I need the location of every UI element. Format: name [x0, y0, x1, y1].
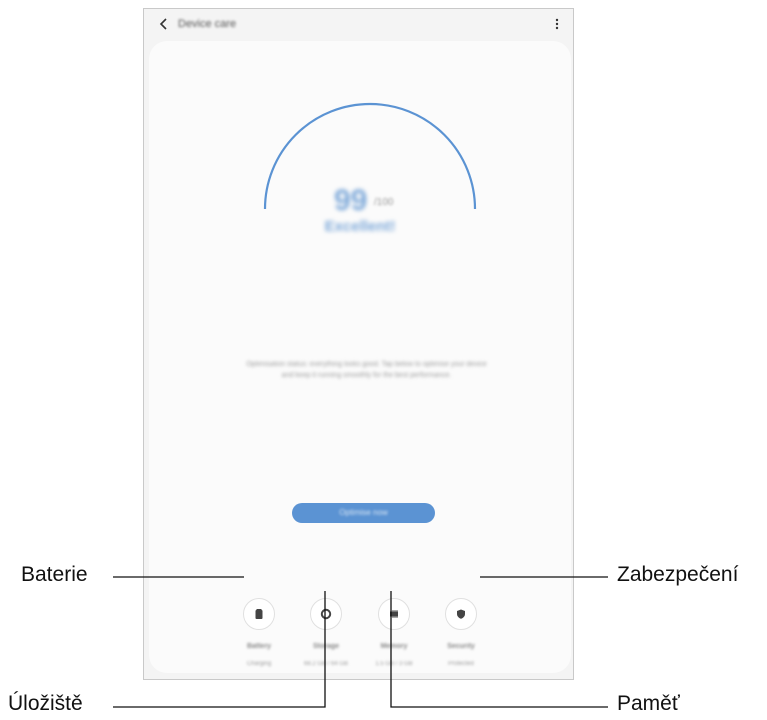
callout-security: Zabezpečení [617, 563, 739, 586]
tablet-screen: Device care 99 /100 Excellent! Optimisat… [143, 8, 574, 680]
security-icon [457, 609, 465, 619]
battery-value: Charging [246, 661, 272, 667]
security-button[interactable] [445, 598, 477, 630]
device-care-card: 99 /100 Excellent! Optimisation status: … [149, 41, 571, 673]
battery-icon [255, 609, 263, 619]
memory-icon [390, 610, 398, 618]
battery-button[interactable] [243, 598, 275, 630]
optimize-now-label: Optimise now [339, 508, 388, 517]
storage-icon [320, 608, 332, 620]
security-label: Security [447, 643, 475, 650]
storage-label: Storage [312, 643, 340, 650]
status-description: Optimisation status: everything looks go… [246, 361, 487, 379]
score-gauge [263, 102, 477, 210]
storage-button[interactable] [310, 598, 342, 630]
more-options-icon[interactable] [549, 16, 565, 32]
page-title: Device care [178, 18, 237, 30]
app-bar: Device care [144, 9, 573, 43]
security-value: Protected [448, 661, 474, 667]
optimize-now-button[interactable]: Optimise now [292, 503, 435, 523]
memory-label: Memory [380, 643, 408, 650]
callout-storage: Úložiště [8, 692, 83, 715]
memory-value: 1.5 GB / 3 GB [375, 661, 413, 667]
score-max: /100 [374, 197, 394, 208]
callout-memory: Paměť [617, 692, 680, 715]
battery-label: Battery [246, 643, 272, 650]
status-text: Excellent! [324, 218, 396, 235]
back-icon[interactable] [156, 16, 172, 32]
storage-value: 68.2 GB / 64 GB [303, 661, 349, 667]
score-value: 99 [334, 184, 368, 217]
callout-battery: Baterie [21, 563, 88, 586]
memory-button[interactable] [378, 598, 410, 630]
